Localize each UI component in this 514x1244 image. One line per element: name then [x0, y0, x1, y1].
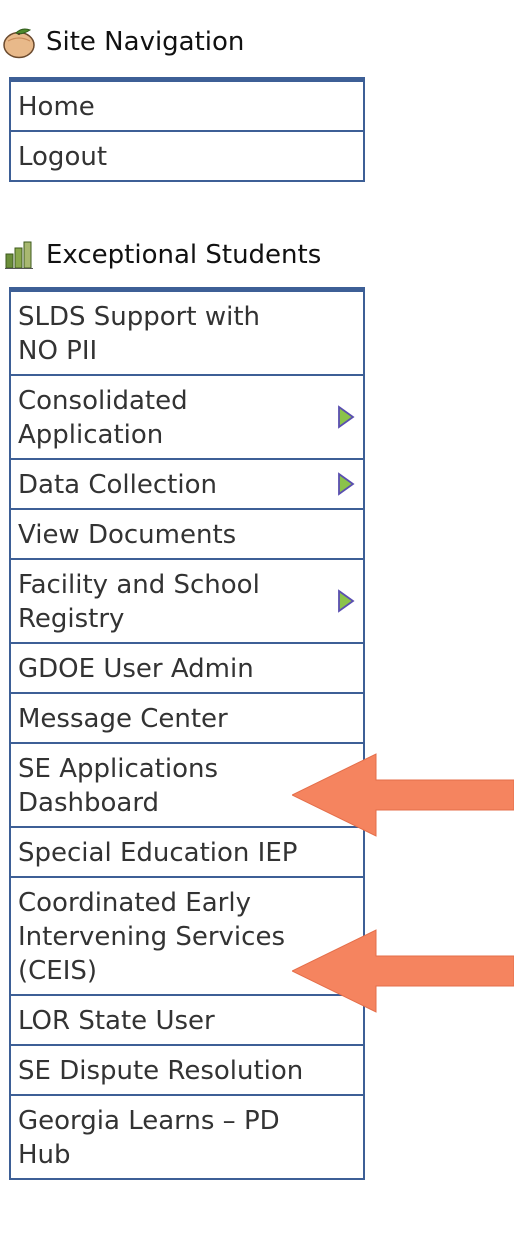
menu-item-label: Message Center	[18, 704, 228, 734]
menu-item-se-dispute-resolution[interactable]: SE Dispute Resolution	[9, 1046, 365, 1096]
menu-item-logout[interactable]: Logout	[9, 132, 365, 182]
submenu-arrow-icon	[338, 472, 355, 496]
menu-item-label: GDOE User Admin	[18, 654, 254, 684]
menu-item-label: SLDS Support with NO PII	[18, 302, 260, 366]
menu-item-consolidated-application[interactable]: Consolidated Application	[9, 376, 365, 460]
menu-item-label: Special Education IEP	[18, 838, 298, 868]
menu-item-label: SE Applications Dashboard	[18, 754, 219, 818]
menu-item-label: View Documents	[18, 520, 237, 550]
submenu-arrow-icon	[338, 405, 355, 429]
exceptional-students-menu: SLDS Support with NO PII Consolidated Ap…	[9, 287, 365, 1180]
menu-item-message-center[interactable]: Message Center	[9, 694, 365, 744]
site-navigation-title: Site Navigation	[46, 27, 245, 57]
exceptional-students-title: Exceptional Students	[46, 240, 322, 270]
menu-item-label: Coordinated Early Intervening Services (…	[18, 888, 285, 986]
exceptional-students-header: Exceptional Students	[0, 235, 321, 275]
menu-item-slds-support[interactable]: SLDS Support with NO PII	[9, 292, 365, 376]
menu-item-home[interactable]: Home	[9, 82, 365, 132]
annotation-arrow-icon	[292, 753, 514, 837]
peach-icon	[0, 22, 38, 62]
menu-item-facility-school-registry[interactable]: Facility and School Registry	[9, 560, 365, 644]
bar-chart-icon	[0, 235, 38, 275]
site-navigation-header: Site Navigation	[0, 22, 244, 62]
menu-item-label: Consolidated Application	[18, 386, 188, 450]
menu-item-view-documents[interactable]: View Documents	[9, 510, 365, 560]
menu-item-label: Logout	[18, 142, 108, 172]
menu-item-label: LOR State User	[18, 1006, 215, 1036]
annotation-arrow-icon	[292, 929, 514, 1013]
menu-item-label: Data Collection	[18, 470, 217, 500]
menu-item-label: Facility and School Registry	[18, 570, 260, 634]
submenu-arrow-icon	[338, 589, 355, 613]
menu-item-label: Georgia Learns – PD Hub	[18, 1106, 280, 1170]
site-navigation-menu: Home Logout	[9, 77, 365, 182]
menu-item-georgia-learns-pd-hub[interactable]: Georgia Learns – PD Hub	[9, 1096, 365, 1180]
menu-item-label: Home	[18, 92, 95, 122]
menu-item-data-collection[interactable]: Data Collection	[9, 460, 365, 510]
menu-item-gdoe-user-admin[interactable]: GDOE User Admin	[9, 644, 365, 694]
menu-item-label: SE Dispute Resolution	[18, 1056, 304, 1086]
